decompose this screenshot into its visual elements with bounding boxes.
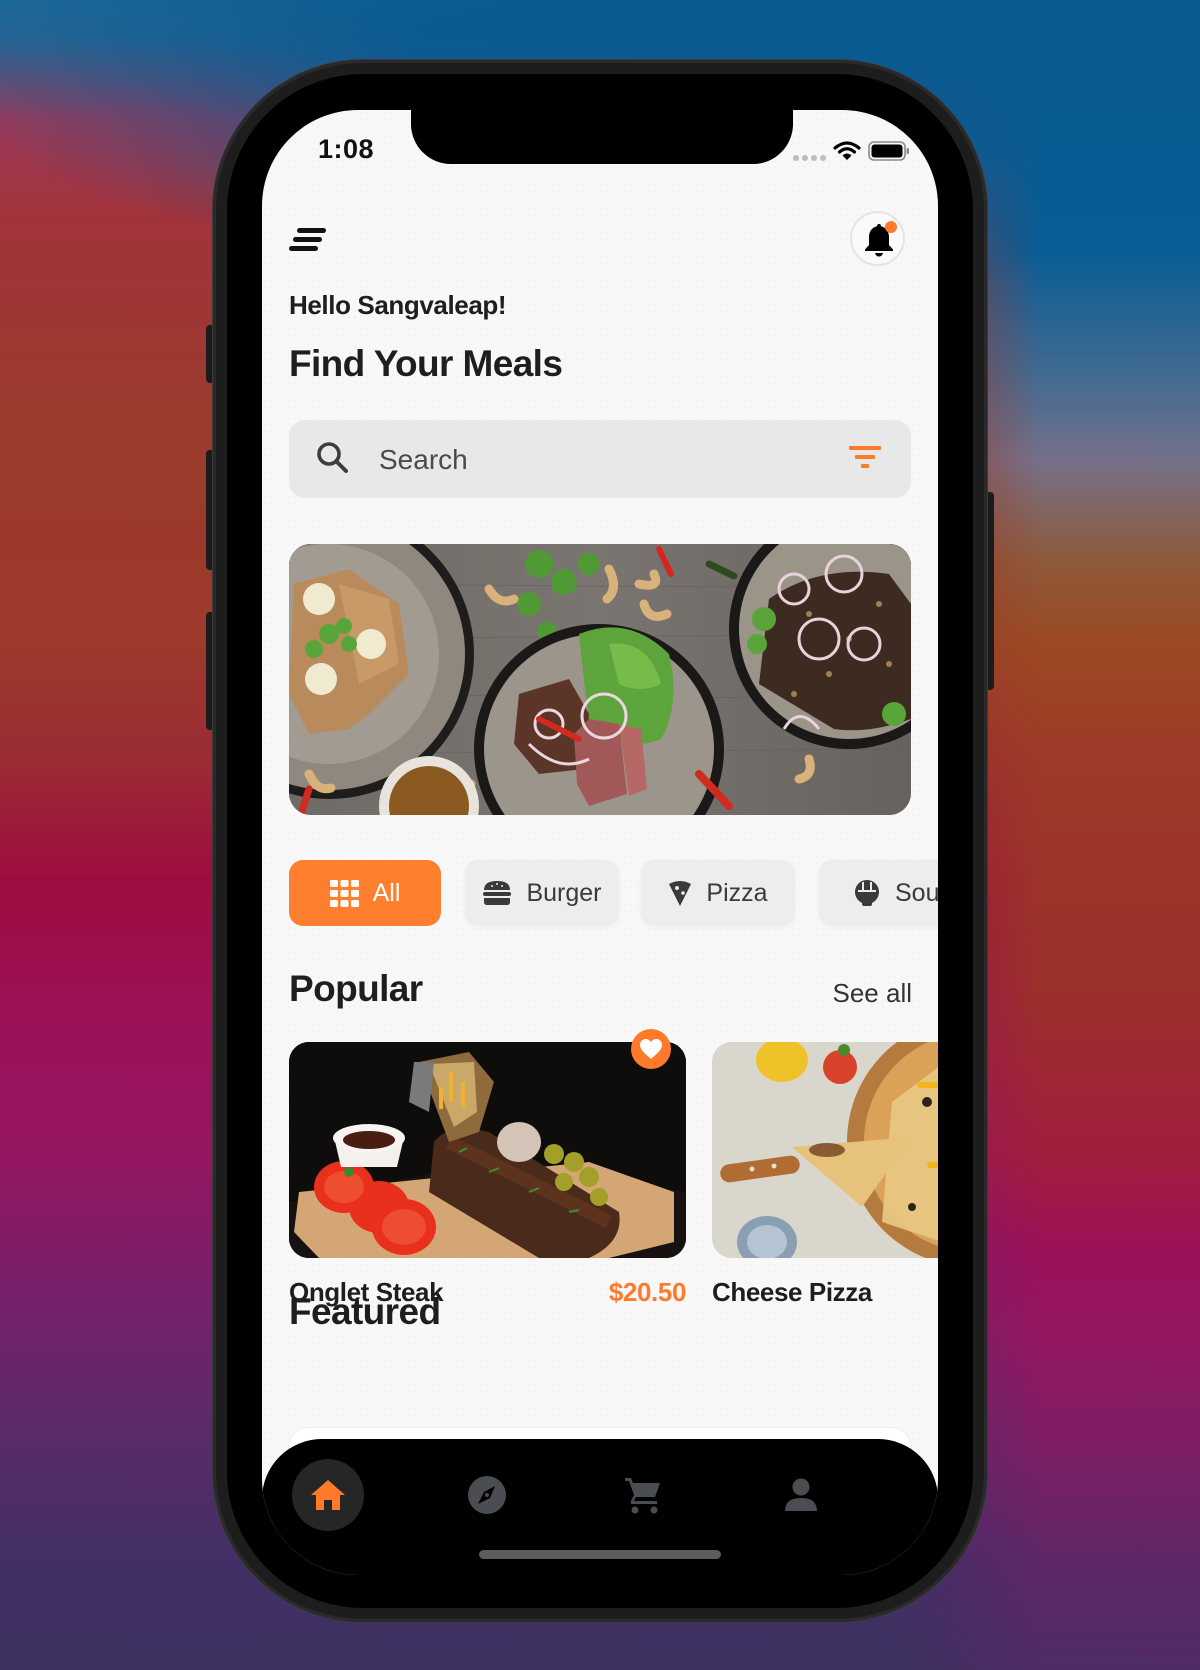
home-icon (311, 1480, 345, 1510)
notch (411, 110, 793, 164)
home-indicator[interactable] (479, 1550, 721, 1559)
soup-icon (855, 880, 879, 906)
cart-icon (625, 1478, 660, 1514)
person-icon (785, 1478, 817, 1511)
notification-badge (885, 221, 897, 233)
burger-icon (483, 881, 512, 905)
search-bar[interactable] (289, 420, 911, 498)
category-chips: All Burger Pizza Sou (289, 860, 938, 928)
popular-item-name: Cheese Pizza (712, 1277, 872, 1307)
promo-banner-image[interactable] (289, 544, 911, 815)
heart-icon (640, 1039, 662, 1059)
cheese-pizza-photo (712, 1042, 938, 1258)
battery-icon (868, 141, 909, 161)
menu-icon[interactable] (289, 224, 329, 254)
page-title: Find Your Meals (289, 343, 563, 384)
status-time: 1:08 (318, 134, 375, 164)
chip-all[interactable]: All (289, 860, 441, 926)
chip-pizza[interactable]: Pizza (641, 860, 795, 926)
bottom-tab-bar (262, 1439, 938, 1575)
pizza-icon (669, 881, 692, 906)
search-icon (317, 442, 348, 473)
compass-icon (468, 1476, 506, 1514)
chip-burger[interactable]: Burger (465, 860, 619, 926)
popular-card-image-onglet-steak[interactable] (289, 1042, 686, 1258)
popular-card-image-cheese-pizza[interactable] (712, 1042, 938, 1258)
search-input[interactable] (377, 438, 811, 482)
greeting-text: Hello Sangvaleap! (289, 290, 507, 320)
chip-label: Pizza (706, 878, 768, 907)
tab-cart[interactable] (607, 1459, 679, 1531)
chip-label: Sou (895, 878, 938, 907)
wifi-icon (833, 141, 861, 160)
notifications-button[interactable] (850, 211, 905, 266)
filter-icon[interactable] (849, 446, 883, 472)
grid-icon (329, 879, 359, 907)
app-screen: 1:08 Hello Sangvaleap! Find Your Meals S… (262, 110, 938, 1575)
ribs-steak-photo (289, 1042, 686, 1258)
featured-heading: Featured (289, 1291, 441, 1332)
popular-heading: Popular (289, 968, 423, 1009)
tab-explore[interactable] (451, 1459, 523, 1531)
favorite-button[interactable] (631, 1029, 671, 1069)
chip-soup[interactable]: Sou (819, 860, 938, 926)
tab-profile[interactable] (765, 1459, 837, 1531)
popular-item-price: $20.50 (608, 1277, 687, 1307)
tab-home[interactable] (292, 1459, 364, 1531)
food-spread-image (289, 544, 911, 815)
signal-dots-icon (793, 155, 826, 161)
chip-label: All (372, 878, 401, 907)
see-all-link[interactable]: See all (833, 978, 913, 1009)
chip-label: Burger (526, 878, 602, 907)
